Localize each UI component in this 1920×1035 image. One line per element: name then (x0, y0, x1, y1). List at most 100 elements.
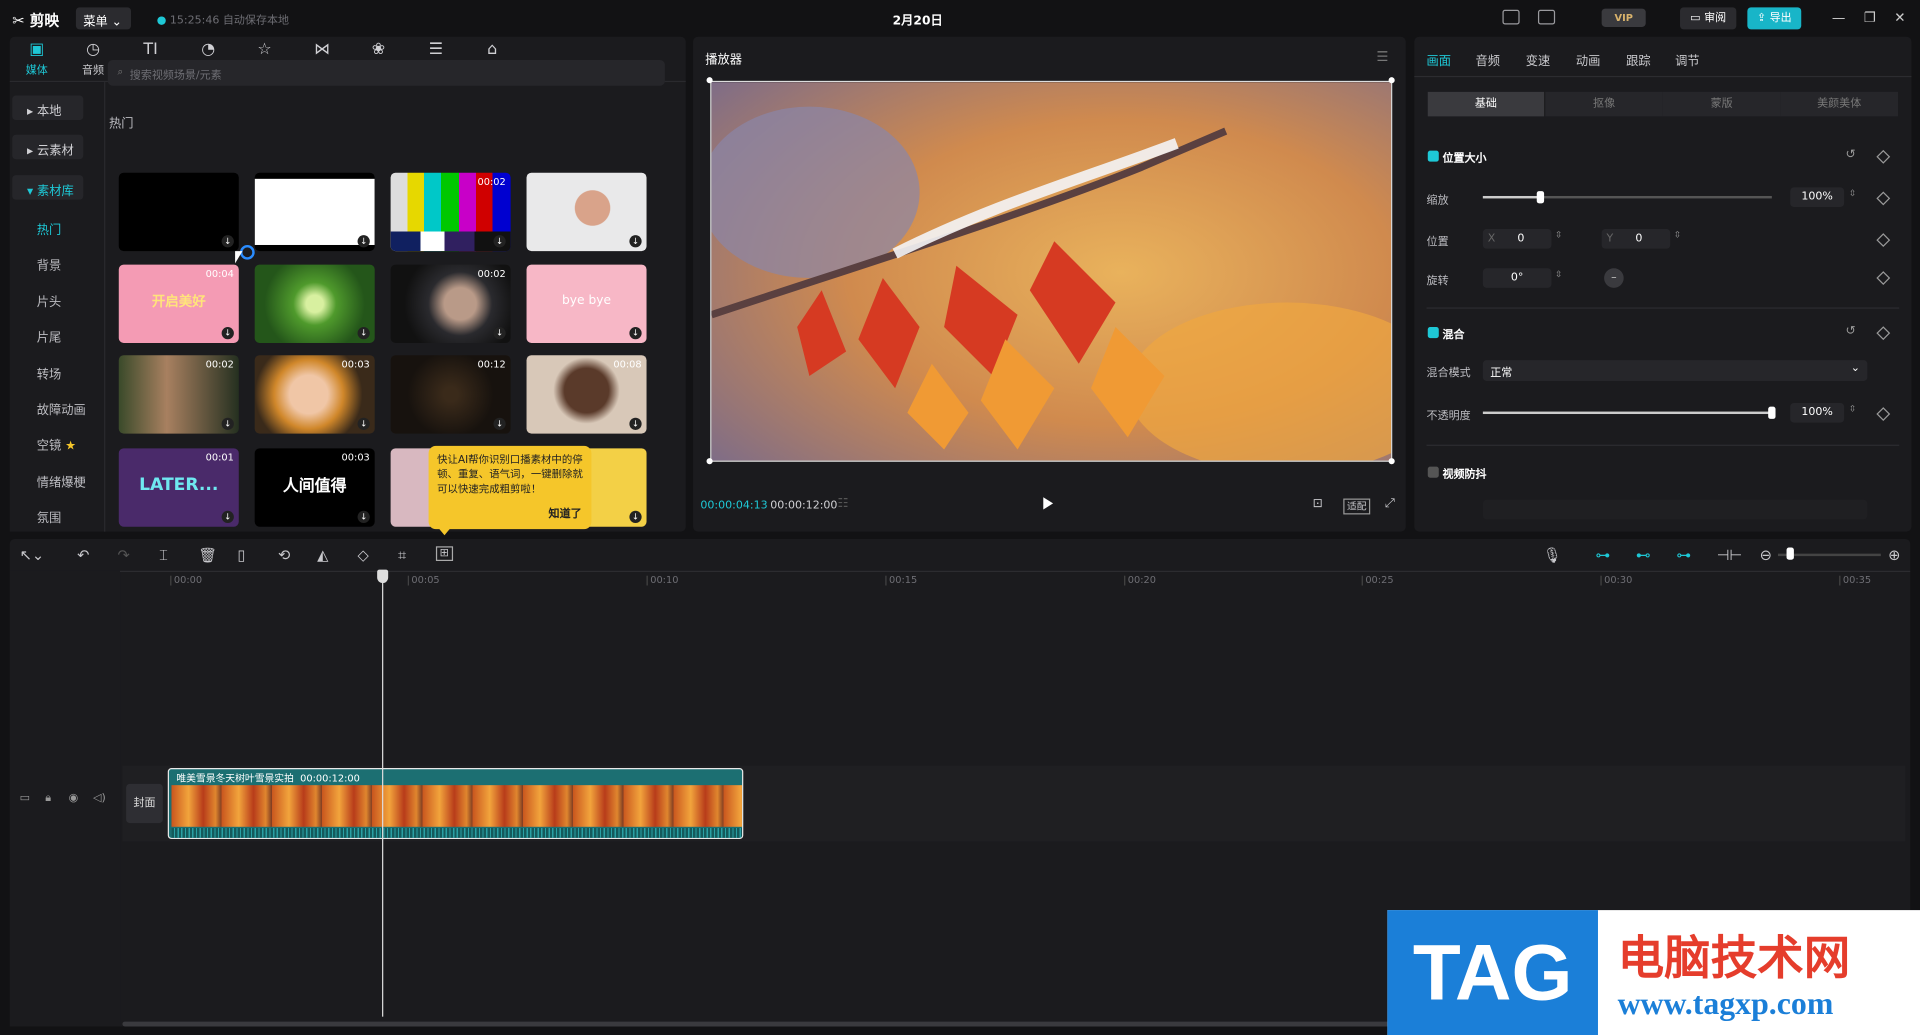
freeze-icon[interactable]: ▯ (238, 546, 246, 563)
smart-cut-icon[interactable]: ⊞ (435, 546, 453, 562)
download-icon[interactable]: ↓ (493, 235, 506, 248)
video-preview[interactable] (710, 80, 1393, 462)
media-thumb[interactable]: LATER... 00:01 ↓ (118, 448, 239, 527)
track-collapse-icon[interactable]: ▭ (20, 793, 30, 805)
media-thumb[interactable]: 开启美好 00:04 ↓ (118, 264, 239, 343)
subside-outro[interactable]: 片尾 (37, 327, 61, 345)
rotate-dial-icon[interactable]: – (1604, 268, 1624, 288)
subtab-beauty[interactable]: 美颜美体 (1780, 91, 1898, 117)
stepper-icon[interactable]: ⇳ (1555, 230, 1562, 240)
vip-badge[interactable]: VIP (1601, 8, 1646, 27)
crop-handle[interactable] (1388, 458, 1395, 465)
keyboard-icon[interactable] (1502, 9, 1520, 25)
restore-icon[interactable]: ❐ (1864, 10, 1876, 26)
tab-speed[interactable]: 变速 (1526, 50, 1550, 68)
rotation-value[interactable]: 0° (1482, 268, 1552, 288)
subside-emotion[interactable]: 情绪爆梗 (37, 472, 86, 489)
eye-icon[interactable]: ◉ (69, 793, 79, 805)
media-thumb[interactable]: 00:03 ↓ (254, 355, 375, 434)
subtab-keying[interactable]: 抠像 (1545, 91, 1663, 117)
playhead-handle[interactable] (377, 569, 389, 584)
fullscreen-icon[interactable]: ⤢ (1385, 497, 1395, 510)
reset-icon[interactable]: ↺ (1845, 325, 1855, 338)
lock-icon[interactable]: 🔒︎ (45, 793, 51, 805)
zoom-slider-handle[interactable] (1786, 547, 1794, 560)
media-thumb[interactable]: 00:02 ↓ (390, 264, 511, 343)
preview-axis-icon[interactable]: ⊣⊢ (1717, 546, 1743, 563)
media-thumb[interactable]: ↓ (254, 172, 375, 252)
media-thumb[interactable]: ↓ (118, 172, 239, 252)
reset-icon[interactable]: ↺ (1845, 148, 1855, 161)
subside-intro[interactable]: 片头 (37, 292, 61, 309)
crop-handle[interactable] (1388, 77, 1395, 84)
hamburger-icon[interactable]: ☰ (1376, 49, 1388, 65)
cover-button[interactable]: 封面 (126, 783, 163, 824)
position-size-checkbox[interactable] (1427, 150, 1439, 162)
download-icon[interactable]: ↓ (629, 235, 642, 248)
subside-background[interactable]: 背景 (37, 255, 61, 273)
media-thumb[interactable]: ↓ (254, 264, 375, 343)
blend-mode-select[interactable]: 正常 ⌄ (1482, 360, 1868, 381)
stepper-icon[interactable]: ⇳ (1555, 269, 1562, 279)
download-icon[interactable]: ↓ (357, 510, 370, 524)
video-clip[interactable]: 唯美雪景冬天树叶雪景实拍 00:00:12:00 (167, 768, 744, 840)
tooltip-dismiss-button[interactable]: 知道了 (549, 507, 582, 522)
stabilize-checkbox[interactable] (1427, 466, 1439, 478)
rotate-icon[interactable]: ◇ (358, 546, 369, 563)
main-track-magnet-icon[interactable]: ⊶ (1596, 546, 1611, 563)
download-icon[interactable]: ↓ (493, 327, 506, 340)
export-button[interactable]: ⇪ 导出 (1747, 7, 1802, 30)
zoom-in-icon[interactable]: ⊕ (1888, 546, 1900, 563)
select-tool-icon[interactable]: ↖⌄ (20, 546, 45, 563)
download-icon[interactable]: ↓ (357, 327, 370, 340)
auto-snap-icon[interactable]: ⊷ (1636, 546, 1651, 563)
subtab-mask[interactable]: 蒙版 (1662, 91, 1781, 117)
sidebar-item-cloud[interactable]: ▸ 云素材 (12, 134, 84, 160)
subtab-basic[interactable]: 基础 (1427, 91, 1545, 117)
redo-icon[interactable]: ↷ (118, 546, 130, 563)
subside-glitch[interactable]: 故障动画 (37, 399, 86, 417)
layout-icon[interactable] (1537, 9, 1556, 25)
zoom-fit-icon[interactable]: ⊡ (1313, 497, 1323, 510)
minimize-icon[interactable]: — (1832, 10, 1845, 26)
crop-handle[interactable] (706, 77, 713, 84)
subside-atmosphere[interactable]: 氛围 (37, 507, 61, 525)
review-button[interactable]: ▭ 审阅 (1680, 7, 1737, 30)
download-icon[interactable]: ↓ (221, 510, 234, 524)
tab-media[interactable]: ▣ 媒体 (12, 39, 61, 78)
media-thumb[interactable]: 00:08 ↓ (526, 355, 647, 434)
playhead[interactable] (382, 570, 384, 1017)
tab-prop-adjust[interactable]: 调节 (1675, 50, 1699, 68)
mirror-icon[interactable]: ◭ (317, 546, 328, 563)
media-thumb[interactable]: 00:12 ↓ (390, 355, 511, 434)
menu-button[interactable]: 菜单 ⌄ (75, 7, 132, 30)
download-icon[interactable]: ↓ (629, 417, 642, 430)
timeline-scrollbar[interactable] (122, 1021, 1396, 1027)
stepper-icon[interactable]: ⇳ (1674, 230, 1681, 240)
crop-icon[interactable]: ⌗ (398, 546, 406, 564)
delete-icon[interactable]: 🗑 (198, 546, 217, 563)
opacity-slider-handle[interactable] (1768, 406, 1776, 419)
media-thumb[interactable]: ↓ (526, 172, 647, 252)
download-icon[interactable]: ↓ (629, 510, 642, 524)
stepper-icon[interactable]: ⇳ (1849, 404, 1856, 414)
tab-animation[interactable]: 动画 (1576, 50, 1600, 68)
close-icon[interactable]: ✕ (1894, 10, 1905, 26)
tab-tracking[interactable]: 跟踪 (1626, 50, 1650, 68)
split-icon[interactable]: ⌶ (159, 546, 168, 564)
volume-icon[interactable]: ◁) (93, 793, 106, 805)
play-icon[interactable] (1043, 497, 1054, 510)
list-icon[interactable]: ☷ (838, 497, 849, 510)
opacity-value[interactable]: 100% (1790, 402, 1845, 423)
media-thumb[interactable]: 00:02 ↓ (390, 172, 511, 252)
sidebar-item-library[interactable]: ▾ 素材库 (12, 175, 84, 200)
blend-checkbox[interactable] (1427, 327, 1439, 339)
subside-hot[interactable]: 热门 (37, 219, 61, 237)
search-input[interactable]: 搜索视频场景/元素 (107, 60, 665, 86)
download-icon[interactable]: ↓ (493, 417, 506, 430)
download-icon[interactable]: ↓ (357, 417, 370, 430)
download-icon[interactable]: ↓ (629, 327, 642, 340)
stepper-icon[interactable]: ⇳ (1849, 189, 1856, 199)
undo-icon[interactable]: ↶ (77, 546, 89, 563)
microphone-icon[interactable]: 🎙 (1543, 546, 1562, 563)
